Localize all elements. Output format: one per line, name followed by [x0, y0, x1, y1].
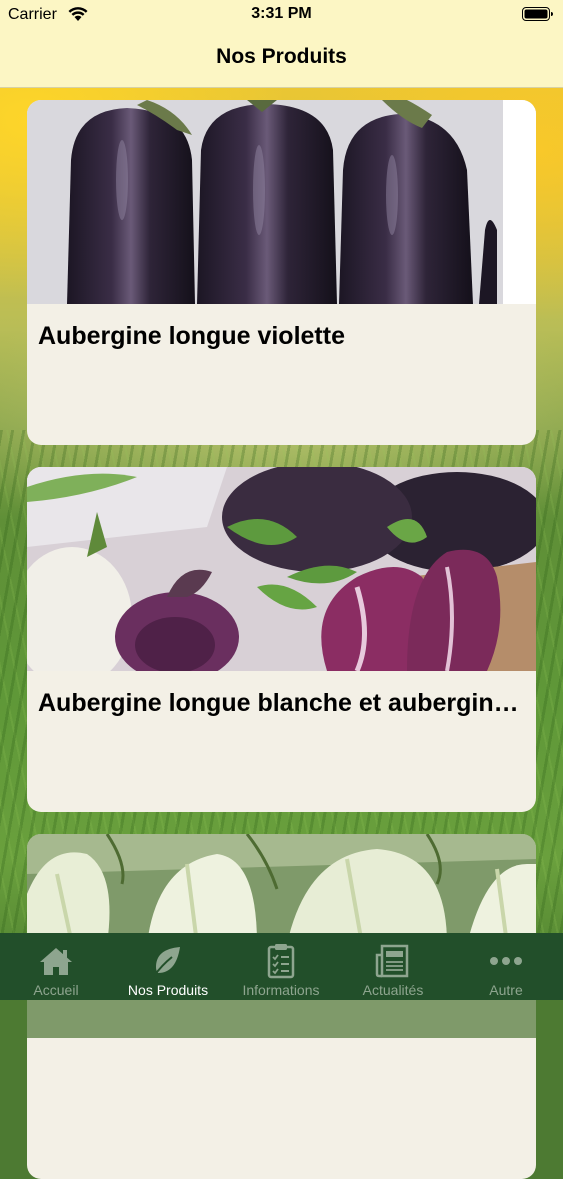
- product-title: Aubergine longue violette: [38, 322, 345, 350]
- eggplant-mixed-photo: [27, 467, 536, 671]
- tab-nos-produits[interactable]: Nos Produits: [112, 933, 224, 1000]
- status-bar: Carrier 3:31 PM: [0, 0, 563, 30]
- eggplant-purple-photo: [27, 100, 536, 304]
- product-card-fenouil[interactable]: [27, 834, 536, 1179]
- tab-label: Autre: [489, 982, 523, 998]
- tab-actualites[interactable]: Actualités: [337, 933, 449, 1000]
- home-icon: [40, 948, 72, 975]
- clipboard-icon: [267, 944, 295, 979]
- page-title: Nos Produits: [216, 45, 347, 68]
- more-icon: [490, 957, 522, 965]
- battery-icon: [522, 7, 553, 21]
- tab-label: Nos Produits: [127, 982, 209, 998]
- product-title: Aubergine longue blanche et aubergine ro…: [38, 689, 526, 717]
- leaf-icon: [153, 947, 180, 977]
- product-card-aubergine-blanche[interactable]: Aubergine longue blanche et aubergine ro…: [27, 467, 536, 812]
- tab-label: Actualités: [362, 982, 424, 998]
- navigation-bar: Nos Produits: [0, 30, 563, 88]
- tab-bar: Accueil Nos Produits Informations Actual…: [0, 933, 563, 1000]
- tab-accueil[interactable]: Accueil: [0, 933, 112, 1000]
- tab-label: Accueil: [33, 982, 79, 998]
- tab-autre[interactable]: Autre: [450, 933, 562, 1000]
- tab-label: Informations: [242, 982, 320, 998]
- tab-informations[interactable]: Informations: [225, 933, 337, 1000]
- product-card-aubergine-violette[interactable]: Aubergine longue violette: [27, 100, 536, 445]
- clock: 3:31 PM: [251, 5, 312, 22]
- newspaper-icon: [375, 944, 409, 978]
